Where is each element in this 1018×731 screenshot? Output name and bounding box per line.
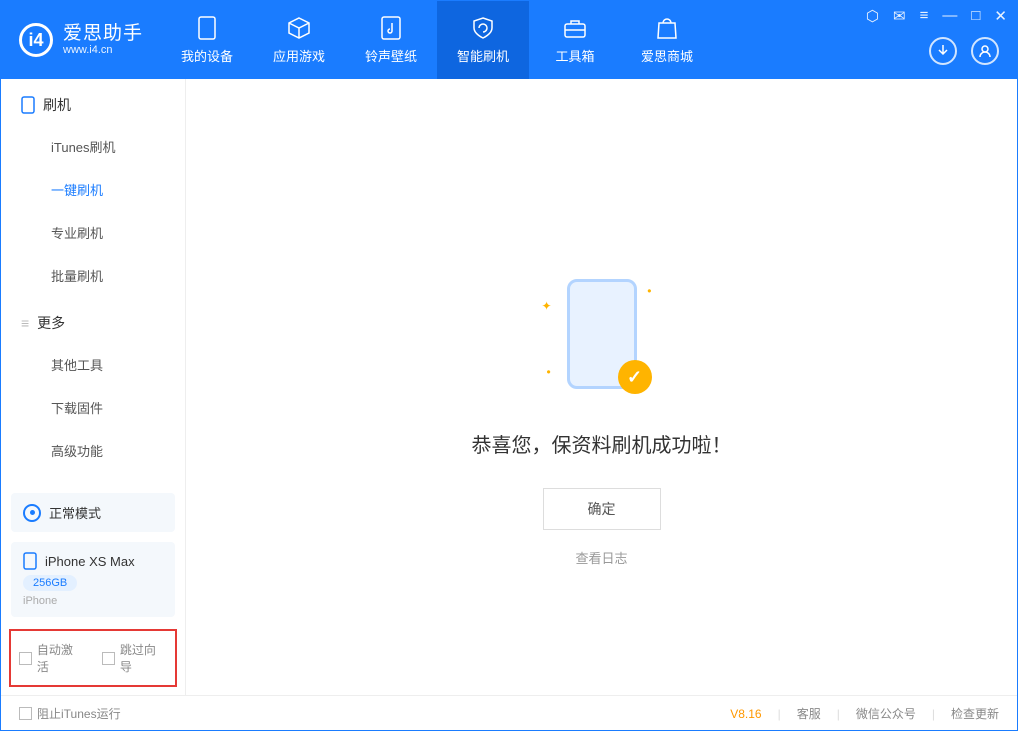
sidebar-item-oneclick-flash[interactable]: 一键刷机 xyxy=(1,168,185,211)
sidebar-item-pro-flash[interactable]: 专业刷机 xyxy=(1,211,185,254)
maximize-icon[interactable]: □ xyxy=(971,7,980,25)
bag-icon xyxy=(654,15,680,41)
view-log-link[interactable]: 查看日志 xyxy=(575,548,627,567)
sidebar-header-flash: 刷机 xyxy=(1,95,185,125)
sparkle-icon: • xyxy=(547,365,551,379)
phone-icon xyxy=(23,552,37,570)
cube-icon xyxy=(286,15,312,41)
success-message: 恭喜您，保资料刷机成功啦！ xyxy=(472,429,732,458)
toolbox-icon xyxy=(562,15,588,41)
wechat-link[interactable]: 微信公众号 xyxy=(856,705,916,722)
main-content: ✦ • • ✓ 恭喜您，保资料刷机成功啦！ 确定 查看日志 xyxy=(186,79,1017,695)
checkbox-icon xyxy=(19,707,32,720)
nav-label: 智能刷机 xyxy=(457,46,509,65)
refresh-shield-icon xyxy=(470,15,496,41)
download-button[interactable] xyxy=(929,37,957,65)
checkbox-icon xyxy=(102,652,115,665)
mode-card[interactable]: 正常模式 xyxy=(11,493,175,532)
sparkle-icon: ✦ xyxy=(542,299,552,313)
check-badge-icon: ✓ xyxy=(618,360,652,394)
titlebar-controls: ⬡ ✉ ≡ — □ ✕ xyxy=(866,7,1007,25)
logo-icon: i4 xyxy=(19,23,53,57)
logo-area: i4 爱思助手 www.i4.cn xyxy=(1,1,161,79)
device-type: iPhone xyxy=(23,595,163,607)
checkbox-skip-guide[interactable]: 跳过向导 xyxy=(102,641,167,675)
checkbox-auto-activate[interactable]: 自动激活 xyxy=(19,641,84,675)
nav-label: 爱思商城 xyxy=(641,46,693,65)
sidebar: 刷机 iTunes刷机 一键刷机 专业刷机 批量刷机 ≡ 更多 其他工具 下载固… xyxy=(1,79,186,695)
app-body: 刷机 iTunes刷机 一键刷机 专业刷机 批量刷机 ≡ 更多 其他工具 下载固… xyxy=(1,79,1017,695)
nav-my-device[interactable]: 我的设备 xyxy=(161,1,253,79)
feedback-icon[interactable]: ✉ xyxy=(893,7,906,25)
success-graphic: ✦ • • ✓ xyxy=(542,279,662,399)
sparkle-icon: • xyxy=(647,284,651,298)
sidebar-item-advanced[interactable]: 高级功能 xyxy=(1,429,185,472)
device-cards: 正常模式 iPhone XS Max 256GB iPhone xyxy=(1,483,185,627)
close-icon[interactable]: ✕ xyxy=(994,7,1007,25)
phone-outline-icon xyxy=(21,96,35,114)
status-bar: 阻止iTunes运行 V8.16 | 客服 | 微信公众号 | 检查更新 xyxy=(1,695,1017,731)
top-nav: 我的设备 应用游戏 铃声壁纸 智能刷机 工具箱 爱思商城 xyxy=(161,1,713,79)
support-link[interactable]: 客服 xyxy=(797,705,821,722)
nav-ringtones[interactable]: 铃声壁纸 xyxy=(345,1,437,79)
ok-button[interactable]: 确定 xyxy=(543,488,661,530)
checkbox-label: 阻止iTunes运行 xyxy=(37,705,121,722)
sidebar-item-download-firmware[interactable]: 下载固件 xyxy=(1,386,185,429)
device-name: iPhone XS Max xyxy=(45,554,135,569)
nav-label: 工具箱 xyxy=(556,46,595,65)
nav-label: 铃声壁纸 xyxy=(365,46,417,65)
highlighted-options: 自动激活 跳过向导 xyxy=(9,629,177,687)
sidebar-section-more: ≡ 更多 其他工具 下载固件 高级功能 xyxy=(1,297,185,472)
nav-toolbox[interactable]: 工具箱 xyxy=(529,1,621,79)
checkbox-block-itunes[interactable]: 阻止iTunes运行 xyxy=(19,705,121,722)
sidebar-item-batch-flash[interactable]: 批量刷机 xyxy=(1,254,185,297)
music-file-icon xyxy=(378,15,404,41)
check-update-link[interactable]: 检查更新 xyxy=(951,705,999,722)
sidebar-item-other-tools[interactable]: 其他工具 xyxy=(1,343,185,386)
capacity-badge: 256GB xyxy=(23,575,77,591)
shirt-icon[interactable]: ⬡ xyxy=(866,7,879,25)
app-name-en: www.i4.cn xyxy=(63,44,143,56)
minimize-icon[interactable]: — xyxy=(942,7,957,25)
nav-smart-flash[interactable]: 智能刷机 xyxy=(437,1,529,79)
device-card[interactable]: iPhone XS Max 256GB iPhone xyxy=(11,542,175,617)
checkbox-label: 跳过向导 xyxy=(120,641,167,675)
mode-icon xyxy=(23,504,41,522)
sidebar-section-title: 刷机 xyxy=(43,95,71,115)
checkbox-label: 自动激活 xyxy=(37,641,84,675)
app-name-cn: 爱思助手 xyxy=(63,24,143,45)
sidebar-section-flash: 刷机 iTunes刷机 一键刷机 专业刷机 批量刷机 xyxy=(1,79,185,297)
version-label: V8.16 xyxy=(730,707,761,721)
device-icon xyxy=(194,15,220,41)
mode-label: 正常模式 xyxy=(49,503,101,522)
nav-label: 我的设备 xyxy=(181,46,233,65)
sidebar-section-title: 更多 xyxy=(37,313,65,333)
sidebar-header-more: ≡ 更多 xyxy=(1,313,185,343)
checkbox-icon xyxy=(19,652,32,665)
app-header: i4 爱思助手 www.i4.cn 我的设备 应用游戏 铃声壁纸 智能刷机 工具… xyxy=(1,1,1017,79)
app-title: 爱思助手 www.i4.cn xyxy=(63,24,143,57)
nav-apps-games[interactable]: 应用游戏 xyxy=(253,1,345,79)
menu-icon[interactable]: ≡ xyxy=(920,7,929,25)
header-right-buttons xyxy=(929,37,999,65)
nav-label: 应用游戏 xyxy=(273,46,325,65)
user-button[interactable] xyxy=(971,37,999,65)
sidebar-item-itunes-flash[interactable]: iTunes刷机 xyxy=(1,125,185,168)
list-icon: ≡ xyxy=(21,315,29,331)
nav-store[interactable]: 爱思商城 xyxy=(621,1,713,79)
